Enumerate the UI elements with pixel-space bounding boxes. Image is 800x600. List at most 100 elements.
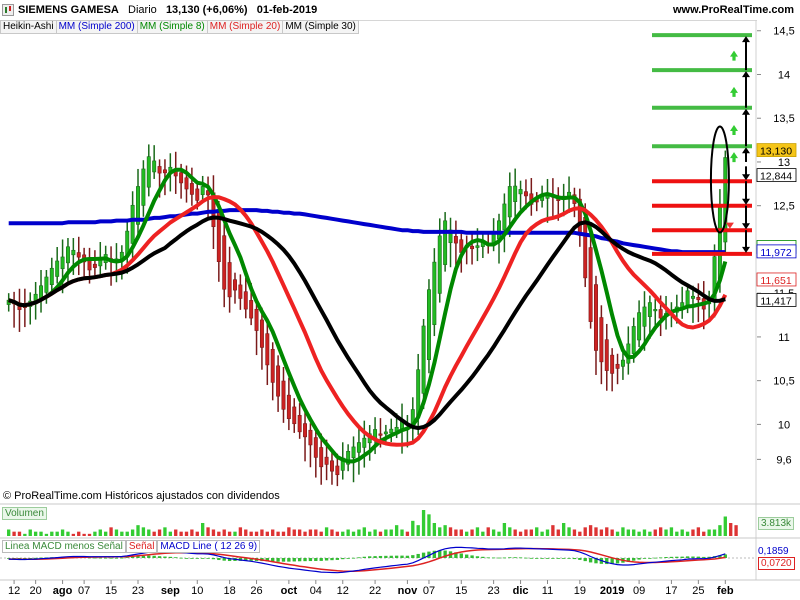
ma-line-8 <box>8 167 728 464</box>
candle-body <box>286 394 291 420</box>
macd-signal-label[interactable]: Señal <box>125 540 158 553</box>
price-tag-label: 11,972 <box>760 247 791 259</box>
price-chart[interactable]: 14,51413,51312,51211,51110,5109,6 13,130… <box>0 0 800 600</box>
y-tick-label: 12,5 <box>773 201 794 213</box>
candle-body <box>195 188 200 201</box>
volume-bar <box>540 531 544 536</box>
volume-bar <box>351 531 356 536</box>
target-up-icon <box>730 86 738 97</box>
candle-body <box>259 319 264 348</box>
x-tick-label: 19 <box>574 585 586 597</box>
macd-histogram-bar <box>341 558 345 560</box>
moving-averages <box>8 167 728 464</box>
candle-body <box>71 249 76 256</box>
volume-bar <box>594 527 598 536</box>
volume-bar <box>222 529 226 536</box>
candle-body <box>594 284 598 351</box>
volume-bar <box>368 531 372 536</box>
candle-body <box>222 235 227 290</box>
volume-bar <box>438 527 442 536</box>
volume-bar <box>287 527 291 536</box>
x-tick-label: 23 <box>487 585 499 597</box>
macd-histogram-bar <box>120 557 124 559</box>
y-tick-label: 13 <box>778 157 790 169</box>
y-tick-label: 9,6 <box>776 454 791 466</box>
volume-bar <box>114 529 119 536</box>
volume-bar <box>71 533 76 536</box>
candle-body <box>65 246 70 264</box>
macd-histogram-bar <box>529 557 534 559</box>
volume-bar <box>384 529 388 536</box>
volume-bar <box>98 529 102 536</box>
macd-histogram-bar <box>152 555 156 558</box>
volume-bar <box>249 531 253 536</box>
volume-bar <box>157 529 162 536</box>
macd-value-2: 0,0720 <box>758 557 795 570</box>
x-tick-label: feb <box>717 585 734 597</box>
volume-bar <box>55 531 59 536</box>
candle-body <box>324 456 329 465</box>
macd-histogram-bar <box>314 558 318 561</box>
volume-bar <box>109 527 113 536</box>
macd-histogram-bar <box>303 558 307 562</box>
macd-line-label[interactable]: MACD Line ( 12 26 9) <box>157 540 261 553</box>
candle-body <box>356 442 361 453</box>
macd-histogram-bar <box>179 557 183 559</box>
candle-body <box>378 433 383 436</box>
volume-bar <box>136 525 140 536</box>
macd-histogram-bar <box>157 556 162 558</box>
volume-bar <box>104 531 108 536</box>
price-tag-label: 11,651 <box>760 275 791 287</box>
target-up-icon <box>730 50 738 61</box>
macd-histogram-bar <box>475 556 480 558</box>
macd-histogram-bar <box>373 556 377 558</box>
macd-histogram-bar <box>481 556 485 558</box>
price-levels <box>652 33 752 256</box>
volume-bar <box>680 529 684 536</box>
candle-body <box>583 217 588 279</box>
x-tick-label: 07 <box>78 585 90 597</box>
volume-bar <box>346 529 350 536</box>
macd-histogram-label[interactable]: Linea MACD menos Señal <box>2 540 126 553</box>
candle-body <box>389 428 394 434</box>
macd-histogram-bar <box>632 558 636 561</box>
volume-label[interactable]: Volumen <box>2 507 47 520</box>
volume-bar <box>82 533 86 536</box>
candle-body <box>470 245 475 250</box>
macd-histogram-bar <box>190 558 194 559</box>
macd-histogram-bar <box>405 555 410 558</box>
volume-bar <box>411 520 415 536</box>
volume-bar <box>675 531 679 536</box>
volume-bar <box>470 529 474 536</box>
macd-histogram-bar <box>459 553 463 558</box>
volume-bar <box>292 529 296 536</box>
volume-bar <box>448 527 453 536</box>
volume-bar <box>653 529 657 536</box>
candle-body <box>276 365 281 397</box>
macd-histogram-bar <box>330 558 334 561</box>
volume-bar <box>702 531 706 536</box>
volume-bar <box>120 531 124 536</box>
macd-histogram-bar <box>465 554 469 558</box>
volume-bar <box>572 529 577 536</box>
x-tick-label: dic <box>513 585 529 597</box>
x-tick-label: 15 <box>455 585 467 597</box>
macd-histogram-bar <box>675 556 679 558</box>
volume-bar <box>734 525 738 536</box>
macd-histogram-bar <box>416 553 420 558</box>
candle-body <box>599 317 604 363</box>
volume-bar <box>583 527 587 536</box>
volume-bar <box>502 523 507 536</box>
candle-body <box>647 302 652 317</box>
y-tick-label: 10,5 <box>773 376 794 388</box>
volume-bar <box>319 531 323 536</box>
volume-bar <box>567 527 571 536</box>
candle-body <box>254 308 259 331</box>
volume-bar <box>179 531 183 536</box>
volume-bar <box>281 531 286 536</box>
macd-histogram-bar <box>184 558 189 559</box>
candle-body <box>313 437 318 458</box>
x-tick-label: 22 <box>369 585 381 597</box>
volume-bar <box>518 531 523 536</box>
candle-body <box>44 276 49 293</box>
